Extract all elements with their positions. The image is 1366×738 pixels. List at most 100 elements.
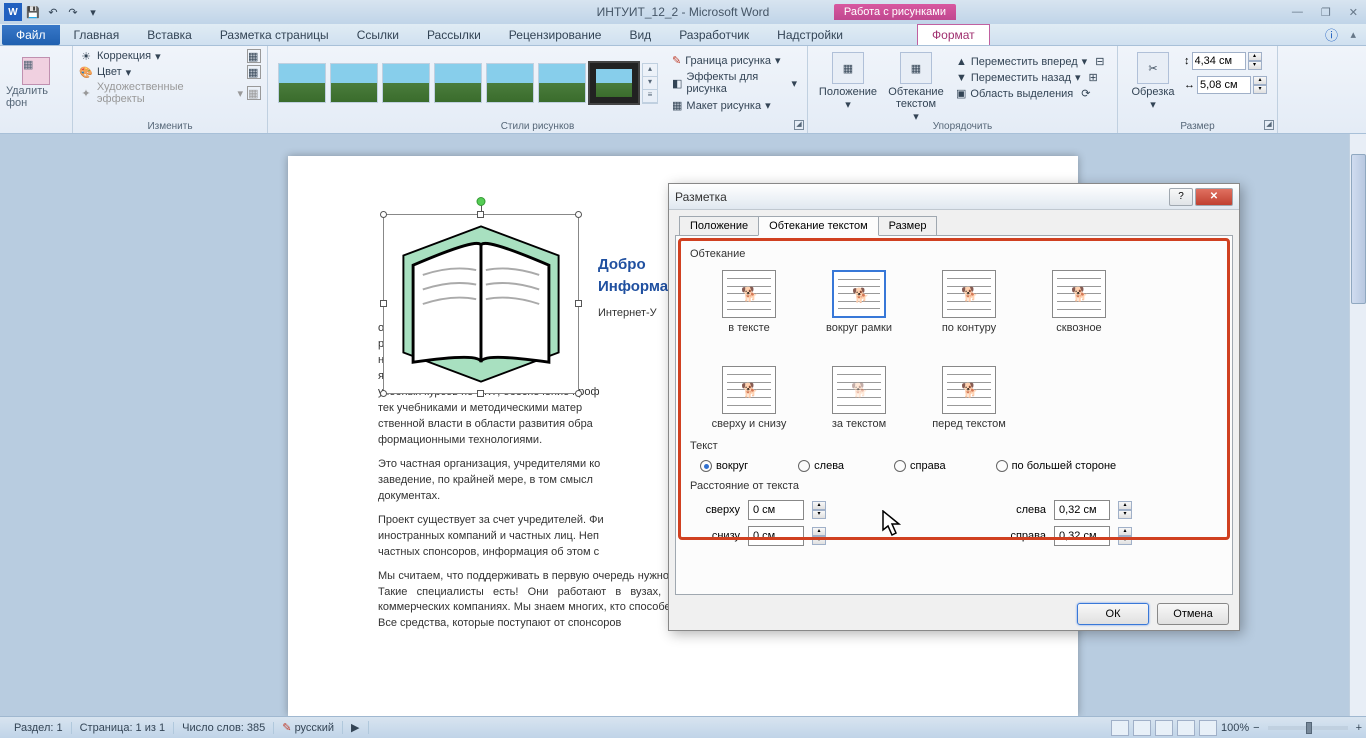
zoom-in-button[interactable]: +	[1356, 722, 1362, 734]
width-spinner[interactable]: ▴▾	[1253, 76, 1267, 94]
resize-handle[interactable]	[477, 211, 484, 218]
view-draft-button[interactable]	[1199, 720, 1217, 736]
status-macro[interactable]: ▶	[343, 721, 368, 734]
height-input[interactable]	[1192, 52, 1246, 70]
tab-developer[interactable]: Разработчик	[665, 25, 763, 45]
redo-icon[interactable]: ↷	[64, 3, 82, 21]
remove-background-button[interactable]: ▦ Удалить фон	[6, 48, 66, 118]
style-thumb[interactable]	[278, 63, 326, 103]
tab-review[interactable]: Рецензирование	[495, 25, 616, 45]
corrections-button[interactable]: ☀Коррекция▾▦	[79, 48, 261, 64]
spinner[interactable]: ▴▾	[1118, 527, 1132, 545]
tab-addins[interactable]: Надстройки	[763, 25, 857, 45]
send-backward-button[interactable]: ▼Переместить назад▾⊞	[956, 70, 1104, 85]
qat-more-icon[interactable]: ▾	[84, 3, 102, 21]
picture-effects-button[interactable]: ◧Эффекты для рисунка▾	[672, 69, 797, 97]
selection-pane-button[interactable]: ▣Область выделения⟳	[956, 86, 1104, 101]
dialog-close-button[interactable]: ✕	[1195, 188, 1233, 206]
radio-around[interactable]: вокруг	[700, 460, 748, 472]
style-thumb[interactable]	[330, 63, 378, 103]
zoom-out-button[interactable]: −	[1253, 722, 1259, 734]
radio-right[interactable]: справа	[894, 460, 946, 472]
dialog-tab-wrap[interactable]: Обтекание текстом	[758, 216, 879, 236]
tab-references[interactable]: Ссылки	[343, 25, 413, 45]
wrap-opt-inline[interactable]: 🐕в тексте	[710, 270, 788, 334]
styles-dialog-launcher[interactable]: ◢	[794, 120, 804, 130]
spinner[interactable]: ▴▾	[812, 501, 826, 519]
wrap-opt-topbottom[interactable]: 🐕сверху и снизу	[710, 366, 788, 430]
height-spinner[interactable]: ▴▾	[1248, 52, 1262, 70]
collapse-ribbon-icon[interactable]: ▴	[1350, 28, 1356, 41]
spinner[interactable]: ▴▾	[1118, 501, 1132, 519]
radio-left[interactable]: слева	[798, 460, 844, 472]
dist-right-input[interactable]	[1054, 526, 1110, 546]
file-tab[interactable]: Файл	[2, 25, 60, 45]
style-thumb-selected[interactable]	[590, 63, 638, 103]
color-button[interactable]: 🎨Цвет▾▦	[79, 64, 261, 80]
picture-styles-gallery[interactable]: ▴▾≡	[274, 59, 662, 108]
tab-format[interactable]: Формат	[917, 24, 990, 45]
style-thumb[interactable]	[538, 63, 586, 103]
zoom-slider[interactable]	[1268, 726, 1348, 730]
dist-top-input[interactable]	[748, 500, 804, 520]
resize-handle[interactable]	[575, 211, 582, 218]
resize-handle[interactable]	[477, 390, 484, 397]
wrap-opt-behind[interactable]: 🐕за текстом	[820, 366, 898, 430]
bring-forward-button[interactable]: ▲Переместить вперед▾⊟	[956, 54, 1104, 69]
selected-image[interactable]	[383, 214, 579, 394]
zoom-level[interactable]: 100%	[1221, 722, 1249, 734]
tab-mailings[interactable]: Рассылки	[413, 25, 495, 45]
cancel-button[interactable]: Отмена	[1157, 603, 1229, 625]
view-outline-button[interactable]	[1177, 720, 1195, 736]
crop-button[interactable]: ✂Обрезка▾	[1128, 52, 1178, 111]
resize-handle[interactable]	[380, 390, 387, 397]
resize-handle[interactable]	[575, 390, 582, 397]
dialog-titlebar[interactable]: Разметка ? ✕	[669, 184, 1239, 210]
rotate-handle[interactable]	[477, 197, 486, 206]
tab-view[interactable]: Вид	[615, 25, 665, 45]
dist-bottom-input[interactable]	[748, 526, 804, 546]
style-thumb[interactable]	[382, 63, 430, 103]
status-page[interactable]: Страница: 1 из 1	[72, 722, 175, 734]
resize-handle[interactable]	[380, 300, 387, 307]
view-web-button[interactable]	[1155, 720, 1173, 736]
vertical-scrollbar[interactable]	[1349, 134, 1366, 716]
dialog-tab-size[interactable]: Размер	[878, 216, 938, 235]
status-section[interactable]: Раздел: 1	[6, 722, 72, 734]
position-button[interactable]: ▦Положение▾	[818, 52, 878, 111]
tab-home[interactable]: Главная	[60, 25, 134, 45]
status-lang[interactable]: ✎ русский	[274, 721, 343, 734]
minimize-icon[interactable]: —	[1292, 6, 1303, 19]
tab-insert[interactable]: Вставка	[133, 25, 206, 45]
status-words[interactable]: Число слов: 385	[174, 722, 274, 734]
wrap-opt-front[interactable]: 🐕перед текстом	[930, 366, 1008, 430]
radio-largest[interactable]: по большей стороне	[996, 460, 1117, 472]
resize-handle[interactable]	[380, 211, 387, 218]
style-thumb[interactable]	[486, 63, 534, 103]
scroll-thumb[interactable]	[1351, 154, 1366, 304]
wrap-opt-square[interactable]: 🐕вокруг рамки	[820, 270, 898, 334]
spinner[interactable]: ▴▾	[812, 527, 826, 545]
picture-border-button[interactable]: ✎Граница рисунка▾	[672, 52, 797, 69]
help-icon[interactable]: ⓘ	[1325, 25, 1338, 44]
picture-layout-button[interactable]: ▦Макет рисунка▾	[672, 97, 797, 114]
wrap-opt-tight[interactable]: 🐕по контуру	[930, 270, 1008, 334]
restore-icon[interactable]: ❐	[1321, 6, 1331, 19]
wrap-text-button[interactable]: ▦Обтекание текстом▾	[886, 52, 946, 123]
dialog-help-button[interactable]: ?	[1169, 188, 1193, 206]
tab-pagelayout[interactable]: Разметка страницы	[206, 25, 343, 45]
undo-icon[interactable]: ↶	[44, 3, 62, 21]
size-dialog-launcher[interactable]: ◢	[1264, 120, 1274, 130]
gallery-more-button[interactable]: ▴▾≡	[642, 63, 658, 104]
width-input[interactable]	[1197, 76, 1251, 94]
dialog-tab-position[interactable]: Положение	[679, 216, 759, 235]
close-icon[interactable]: ✕	[1349, 6, 1358, 19]
view-print-button[interactable]	[1111, 720, 1129, 736]
save-icon[interactable]: 💾	[24, 3, 42, 21]
wrap-opt-through[interactable]: 🐕сквозное	[1040, 270, 1118, 334]
resize-handle[interactable]	[575, 300, 582, 307]
dist-left-input[interactable]	[1054, 500, 1110, 520]
ok-button[interactable]: ОК	[1077, 603, 1149, 625]
style-thumb[interactable]	[434, 63, 482, 103]
view-read-button[interactable]	[1133, 720, 1151, 736]
